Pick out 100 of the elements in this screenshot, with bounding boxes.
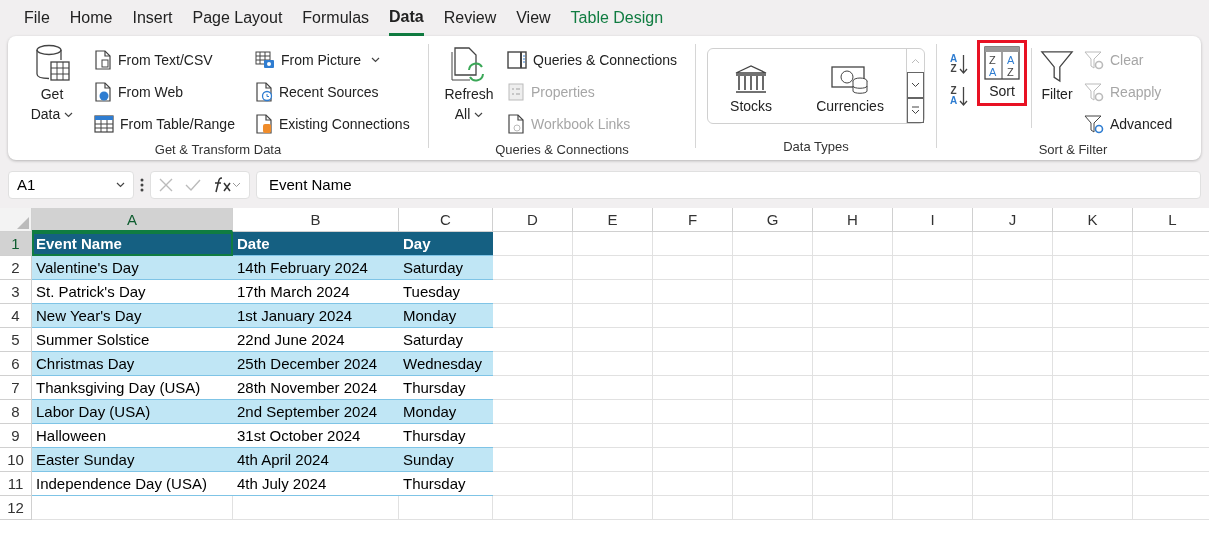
table-cell: Event Name [32, 232, 233, 256]
table-cell: 1st January 2024 [233, 304, 399, 328]
ribbon-tab[interactable]: Formulas [302, 0, 370, 36]
table-cell: 25th December 2024 [233, 352, 399, 376]
table-cell: New Year's Day [32, 304, 233, 328]
ribbon-button[interactable]: Queries & Connections [505, 44, 679, 76]
refresh-document-icon [451, 44, 487, 84]
row-header[interactable]: 5 [0, 328, 32, 352]
row-header[interactable]: 11 [0, 472, 32, 496]
column-header[interactable]: H [813, 208, 893, 232]
group-label: Data Types [782, 137, 850, 156]
row-header[interactable]: 12 [0, 496, 32, 520]
ribbon-tab[interactable]: Review [443, 0, 497, 36]
link-document-icon [507, 114, 525, 134]
table-cell: Sunday [399, 448, 493, 472]
table-cell: Wednesday [399, 352, 493, 376]
sort-descending-button[interactable]: Z A [945, 80, 973, 112]
properties-icon [507, 83, 525, 101]
ribbon-tab[interactable]: Home [69, 0, 113, 36]
picture-table-icon [254, 51, 275, 69]
globe-document-icon [94, 82, 112, 102]
table-cell: Day [399, 232, 493, 256]
ribbon-tab[interactable]: Insert [132, 0, 173, 36]
ribbon-button[interactable]: Recent Sources [252, 76, 412, 108]
row-header[interactable]: 1 [0, 232, 32, 256]
more-options-icon[interactable] [140, 178, 144, 192]
ribbon-button[interactable]: Existing Connections [252, 108, 412, 140]
ribbon-button[interactable]: From Table/Range [92, 108, 237, 140]
ribbon-tab[interactable]: Page Layout [192, 0, 283, 36]
formula-field[interactable]: Event Name [256, 171, 1201, 199]
name-box[interactable]: A1 [8, 171, 134, 199]
column-header[interactable]: B [233, 208, 399, 232]
down-arrow-icon [959, 86, 969, 106]
row-header[interactable]: 9 [0, 424, 32, 448]
ribbon-button[interactable]: Currencies [812, 56, 888, 116]
table-icon [94, 115, 114, 133]
expand-icon [911, 106, 920, 115]
table-cell: Easter Sunday [32, 448, 233, 472]
ribbon-button[interactable]: Filter [1036, 40, 1078, 104]
ribbon-button[interactable]: Advanced [1082, 108, 1175, 140]
ribbon-button[interactable]: Stocks [726, 56, 777, 116]
row-header[interactable]: 8 [0, 400, 32, 424]
table-cell: Valentine's Day [32, 256, 233, 280]
function-icon[interactable] [213, 177, 241, 193]
ribbon-tab[interactable]: View [516, 0, 551, 36]
column-header[interactable]: C [399, 208, 493, 232]
database-document-icon [254, 114, 273, 134]
advanced-filter-icon [1084, 114, 1104, 134]
row-header[interactable]: 6 [0, 352, 32, 376]
document-icon [94, 50, 112, 70]
column-header[interactable]: G [733, 208, 813, 232]
database-table-icon [33, 44, 71, 84]
table-cell: 4th April 2024 [233, 448, 399, 472]
banknote-coins-icon [830, 64, 871, 96]
scroll-down-button[interactable] [907, 72, 924, 98]
ribbon-button[interactable]: From Web [92, 76, 237, 108]
group-label: Sort & Filter [1037, 141, 1109, 159]
ribbon-tab[interactable]: Table Design [570, 0, 664, 36]
column-header[interactable]: D [493, 208, 573, 232]
row-header[interactable]: 3 [0, 280, 32, 304]
column-header[interactable]: E [573, 208, 653, 232]
sort-table-icon: Z A A Z [984, 45, 1020, 81]
column-header[interactable]: I [893, 208, 973, 232]
table-cell: Saturday [399, 256, 493, 280]
clear-filter-icon [1084, 50, 1104, 70]
ribbon-button[interactable]: Refresh All [437, 44, 501, 140]
ribbon-button[interactable]: Get Data [20, 44, 84, 140]
table-cell: Christmas Day [32, 352, 233, 376]
ribbon-button[interactable]: From Text/CSV [92, 44, 237, 76]
chevron-up-icon [911, 57, 920, 64]
checkmark-icon[interactable] [185, 178, 201, 192]
cell-reference: A1 [17, 174, 36, 195]
column-header[interactable]: F [653, 208, 733, 232]
row-header[interactable]: 2 [0, 256, 32, 280]
chevron-down-icon [911, 82, 920, 88]
table-cell: 2nd September 2024 [233, 400, 399, 424]
ribbon-tab[interactable]: File [24, 0, 50, 36]
row-header[interactable]: 4 [0, 304, 32, 328]
table-cell: Monday [399, 400, 493, 424]
column-header[interactable]: J [973, 208, 1053, 232]
ribbon-button[interactable]: From Picture [252, 44, 412, 76]
ribbon-button[interactable]: Z A A Z Sort [977, 40, 1027, 106]
group-label: Get & Transform Data [153, 141, 283, 159]
table-cell: Labor Day (USA) [32, 400, 233, 424]
clock-document-icon [254, 82, 273, 102]
reapply-filter-icon [1084, 82, 1104, 102]
caret-icon [371, 57, 381, 63]
row-header[interactable]: 7 [0, 376, 32, 400]
down-arrow-icon [959, 54, 969, 74]
caret-icon [474, 112, 484, 119]
column-header[interactable]: K [1053, 208, 1133, 232]
group-label: Queries & Connections [494, 141, 630, 159]
column-header[interactable]: A [32, 208, 233, 232]
expand-gallery-button[interactable] [907, 97, 924, 123]
caret-icon [116, 182, 125, 188]
row-header[interactable]: 10 [0, 448, 32, 472]
sort-ascending-button[interactable]: A Z [945, 48, 973, 80]
table-cell: Monday [399, 304, 493, 328]
panel-icon [507, 51, 527, 69]
funnel-icon [1040, 48, 1074, 84]
